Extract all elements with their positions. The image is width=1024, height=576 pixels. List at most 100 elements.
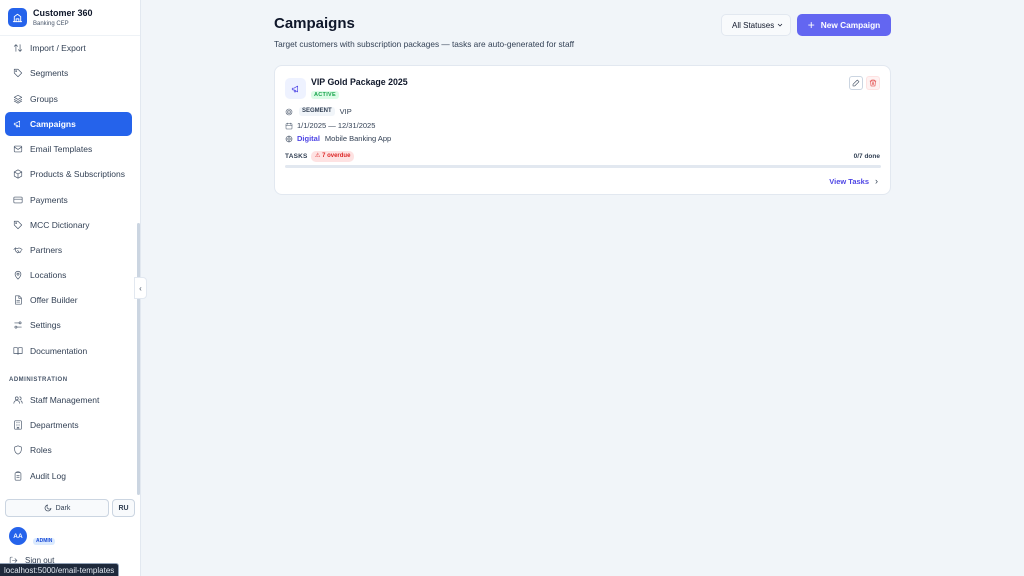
- book-open-icon: [13, 347, 23, 355]
- map-pin-icon: [14, 270, 22, 280]
- sidebar-item-label: Staff Management: [30, 395, 100, 405]
- campaign-name: VIP Gold Package 2025: [311, 77, 408, 87]
- sidebar-item-label: Segments: [30, 68, 69, 78]
- admin-section-title: ADMINISTRATION: [9, 377, 68, 383]
- sidebar-item-groups[interactable]: Groups: [5, 87, 132, 111]
- chevron-down-icon: [777, 23, 783, 27]
- sidebar-item-campaigns[interactable]: Campaigns: [5, 112, 132, 136]
- sidebar-item-offer-builder[interactable]: Offer Builder: [5, 288, 132, 312]
- sidebar-item-label: Email Templates: [30, 144, 93, 154]
- channel-detail: Mobile Banking App: [324, 134, 392, 143]
- sidebar-item-staff-management[interactable]: Staff Management: [5, 388, 132, 412]
- sidebar-item-label: Payments: [30, 195, 68, 205]
- trash-icon: [869, 79, 877, 87]
- new-campaign-label: New Campaign: [820, 20, 881, 30]
- date-row: 1/1/2025 — 12/31/2025: [285, 121, 375, 130]
- view-tasks-label: View Tasks: [829, 176, 869, 186]
- theme-toggle-button[interactable]: Dark: [5, 499, 109, 517]
- sidebar-item-settings[interactable]: Settings: [5, 313, 132, 337]
- status-bar-url: localhost:5000/email-templates: [0, 563, 120, 576]
- sidebar-item-label: Audit Log: [30, 471, 66, 481]
- sidebar-item-email-templates[interactable]: Email Templates: [5, 137, 132, 161]
- role-badge: ADMIN: [33, 538, 56, 545]
- layers-icon: [13, 94, 23, 104]
- edit-campaign-button[interactable]: [849, 76, 863, 90]
- sidebar-item-payments[interactable]: Payments: [5, 188, 132, 212]
- sidebar-scrollbar[interactable]: [137, 223, 140, 495]
- segment-row: SEGMENT VIP: [285, 107, 352, 116]
- tag-icon: [13, 220, 23, 230]
- tasks-done-count: 0/7 done: [853, 153, 880, 160]
- brand[interactable]: Customer 360 Banking CEP: [0, 0, 140, 36]
- package-icon: [13, 169, 23, 179]
- view-tasks-link[interactable]: View Tasks ›: [829, 176, 878, 186]
- overdue-badge: ⚠ 7 overdue: [311, 151, 355, 162]
- sidebar-item-label: Groups: [30, 94, 58, 104]
- sidebar-item-products[interactable]: Products & Subscriptions: [5, 162, 132, 186]
- globe-icon: [285, 135, 293, 142]
- theme-toggle-label: Dark: [55, 504, 71, 512]
- avatar[interactable]: AA: [9, 527, 27, 545]
- credit-card-icon: [13, 196, 23, 204]
- megaphone-icon: [291, 85, 298, 92]
- sidebar-item-segments[interactable]: Segments: [5, 61, 132, 85]
- overdue-count: 7 overdue: [322, 153, 351, 159]
- sidebar-item-label: Offer Builder: [30, 295, 78, 305]
- sidebar-item-mcc-dictionary[interactable]: MCC Dictionary: [5, 213, 132, 237]
- sidebar-item-roles[interactable]: Roles: [5, 438, 132, 462]
- target-icon: [285, 108, 293, 115]
- sidebar: Customer 360 Banking CEP Import / Export…: [0, 0, 141, 576]
- warning-icon: ⚠: [315, 153, 321, 159]
- app-subtitle: Banking CEP: [33, 20, 69, 27]
- sidebar-item-locations[interactable]: Locations: [5, 263, 132, 287]
- status-filter-select[interactable]: All Statuses: [721, 14, 791, 36]
- app-title: Customer 360: [33, 7, 93, 18]
- sidebar-item-import-export[interactable]: Import / Export: [5, 36, 132, 60]
- tag-icon: [13, 68, 23, 78]
- sidebar-item-documentation[interactable]: Documentation: [5, 339, 132, 363]
- status-filter-value: All Statuses: [732, 20, 775, 30]
- sidebar-item-partners[interactable]: Partners: [5, 238, 132, 262]
- sidebar-item-label: Settings: [30, 320, 61, 330]
- new-campaign-button[interactable]: + New Campaign: [797, 14, 891, 36]
- sidebar-item-label: Roles: [30, 445, 52, 455]
- sidebar-item-label: Import / Export: [30, 43, 86, 53]
- calendar-icon: [285, 122, 293, 129]
- pencil-icon: [852, 79, 860, 87]
- sidebar-item-label: Locations: [30, 270, 67, 280]
- sidebar-item-label: Departments: [30, 420, 79, 430]
- clipboard-icon: [14, 471, 22, 481]
- handshake-icon: [13, 247, 23, 254]
- segment-value: VIP: [339, 107, 352, 116]
- tasks-label: TASKS: [285, 153, 308, 160]
- page-title: Campaigns: [274, 15, 355, 32]
- chevron-left-icon: ‹: [139, 283, 142, 293]
- delete-campaign-button[interactable]: [866, 76, 880, 90]
- status-badge: ACTIVE: [311, 91, 339, 99]
- building-icon: [14, 420, 22, 430]
- arrows-up-down-icon: [13, 44, 23, 52]
- sidebar-item-label: Products & Subscriptions: [30, 169, 125, 179]
- sidebar-item-label: Documentation: [30, 346, 88, 356]
- bank-icon: [8, 8, 27, 27]
- sliders-icon: [14, 321, 22, 329]
- sidebar-item-label: Partners: [30, 245, 63, 255]
- sidebar-item-label: MCC Dictionary: [30, 220, 90, 230]
- mail-icon: [13, 145, 23, 153]
- shield-icon: [14, 445, 22, 455]
- moon-icon: [44, 504, 51, 512]
- campaign-card: VIP Gold Package 2025 ACTIVE SEGMENT VIP…: [274, 65, 891, 195]
- sidebar-collapse-button[interactable]: ‹: [134, 277, 147, 299]
- channel-type: Digital: [297, 134, 320, 143]
- users-icon: [13, 396, 23, 404]
- sidebar-item-audit-log[interactable]: Audit Log: [5, 464, 132, 488]
- language-button[interactable]: RU: [112, 499, 135, 517]
- campaign-icon: [285, 78, 306, 99]
- plus-icon: +: [807, 18, 815, 32]
- channel-row: Digital Mobile Banking App: [285, 134, 391, 143]
- megaphone-icon: [13, 120, 20, 128]
- sidebar-item-departments[interactable]: Departments: [5, 413, 132, 437]
- segment-badge: SEGMENT: [299, 107, 335, 116]
- date-range: 1/1/2025 — 12/31/2025: [297, 121, 376, 130]
- chevron-right-icon: ›: [875, 176, 878, 186]
